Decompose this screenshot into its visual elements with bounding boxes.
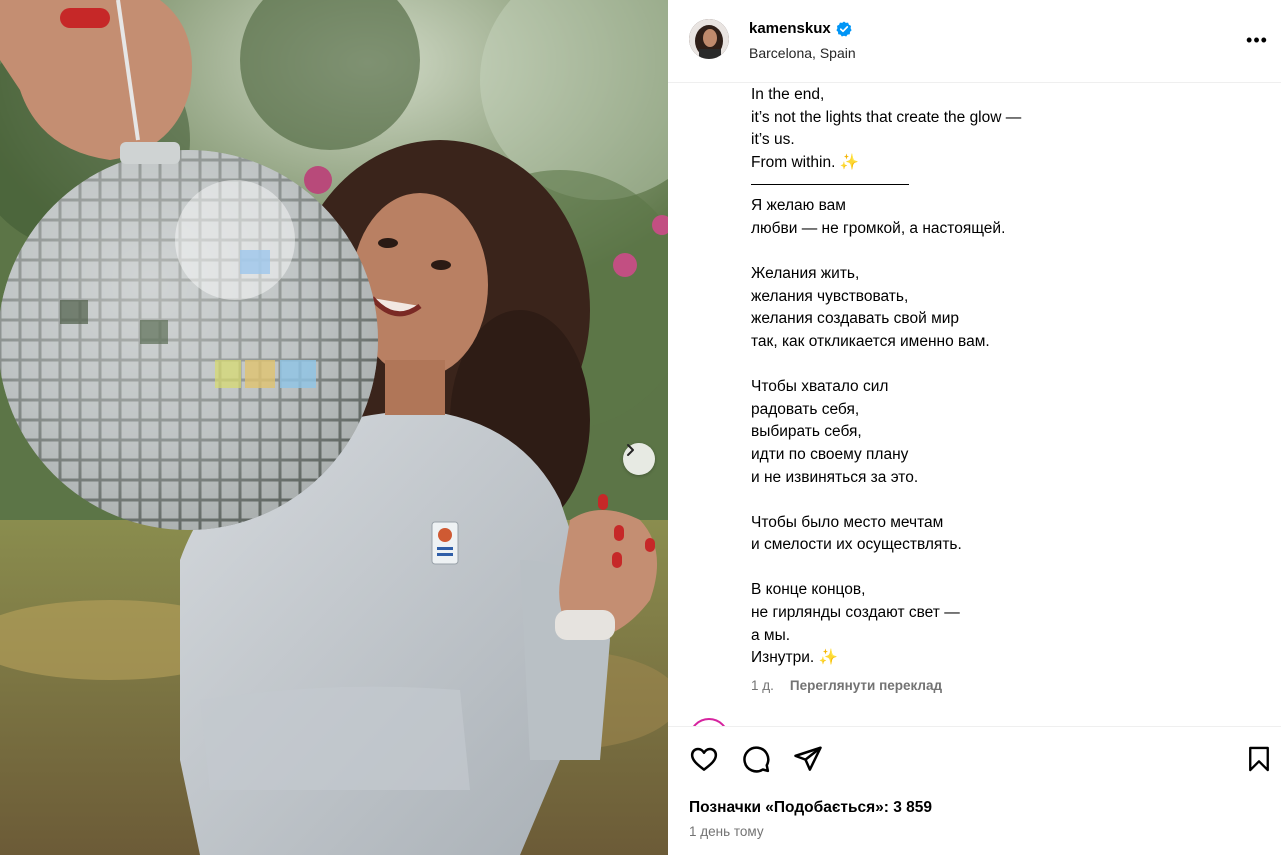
verified-icon [836,21,852,36]
bookmark-icon [1249,746,1269,772]
post-details-panel: kamenskux Barcelona, Spain ••• In the en… [668,0,1281,855]
caption-line: it’s us. [751,131,795,149]
caption-line [751,489,1231,512]
caption-line [751,241,1231,264]
post-actions: Позначки «Подобається»: 3 859 1 день том… [668,726,1281,855]
caption-line: а мы. [751,626,791,644]
like-button[interactable] [689,744,719,774]
caption-line: Чтобы хватало сил [751,378,889,396]
caption-line: выбирать себя, [751,423,862,441]
caption-line [751,557,1231,580]
caption-line: Я желаю вам [751,197,846,215]
see-translation-link[interactable]: Переглянути переклад [790,678,942,693]
caption-area: In the end, it’s not the lights that crea… [668,84,1281,726]
likes-count[interactable]: Позначки «Подобається»: 3 859 [689,799,932,817]
next-photo-button[interactable] [623,443,655,475]
heart-icon [690,747,718,771]
caption-divider [751,184,909,186]
location-link[interactable]: Barcelona, Spain [749,45,856,61]
save-button[interactable] [1244,744,1274,774]
caption-line: радовать себя, [751,400,860,418]
caption-line: желания чувствовать, [751,287,909,305]
caption-line: не гирлянды создают свет — [751,604,960,622]
caption-line: it’s not the lights that create the glow… [751,108,1022,126]
caption-text: In the end, it’s not the lights that crea… [751,84,1231,670]
username[interactable]: kamenskux [749,20,831,37]
caption-line: идти по своему плану [751,445,909,463]
caption-line: From within. ✨ [751,153,860,171]
avatar-image [689,19,729,59]
comment-avatar[interactable] [689,718,729,726]
caption-line: так, как откликается именно вам. [751,332,990,350]
caption-line: Изнутри. ✨ [751,649,838,667]
caption-line: Чтобы было место мечтам [751,513,944,531]
comment-button[interactable] [741,744,771,774]
more-icon: ••• [1246,30,1268,50]
caption-meta: 1 д. Переглянути переклад [751,678,942,693]
caption-line: и смелости их осуществлять. [751,536,962,554]
caption-line: В конце концов, [751,581,866,599]
post-photo[interactable] [0,0,668,855]
caption-line: Желания жить, [751,265,860,283]
caption-line: и не извиняться за это. [751,468,919,486]
caption-line: In the end, [751,86,825,103]
post-timestamp[interactable]: 1 день тому [689,824,764,839]
share-button[interactable] [793,744,823,774]
more-options-button[interactable]: ••• [1245,30,1269,50]
photo-illustration [0,0,668,855]
caption-line: желания создавать свой мир [751,310,960,328]
comment-icon [743,746,770,773]
action-icons [689,744,823,774]
caption-line: любви — не громкой, а настоящей. [751,219,1006,237]
post-header: kamenskux Barcelona, Spain ••• [668,0,1281,83]
caption-age[interactable]: 1 д. [751,678,774,693]
share-icon [794,746,822,771]
username-row: kamenskux [749,20,852,37]
caption-line [751,354,1231,377]
avatar[interactable] [689,19,729,59]
chevron-right-icon [627,444,634,456]
